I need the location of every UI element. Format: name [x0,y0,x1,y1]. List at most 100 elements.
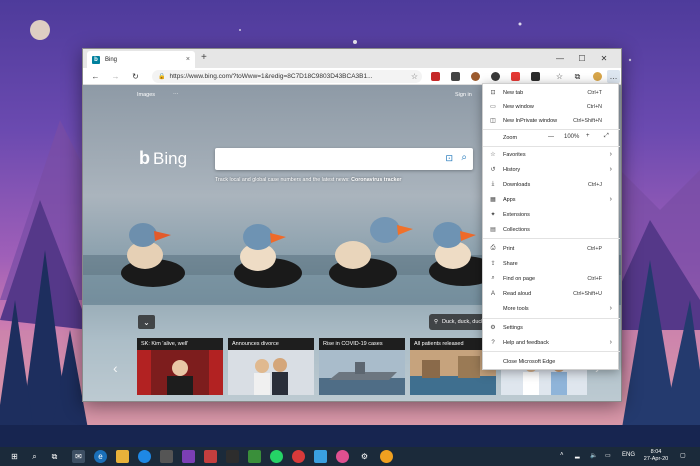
tab-close-icon[interactable]: × [186,56,190,63]
extensions-icon: ✦ [490,212,496,218]
extension-icon-2[interactable] [451,72,460,81]
menu-item-new-tab[interactable]: ⊡ New tab Ctrl+T [483,86,620,99]
maximize-button[interactable]: ☐ [573,50,591,66]
menu-item-extensions[interactable]: ✦ Extensions [483,208,620,221]
menu-item-shortcut: Ctrl+P [587,245,602,252]
refresh-icon[interactable]: ↻ [129,70,142,83]
app-icon-gray[interactable] [160,450,173,463]
menu-item-label: Settings [503,324,523,331]
settings-and-more-button[interactable]: … [607,70,620,83]
menu-item-more-tools[interactable]: More tools › [483,302,620,315]
menu-item-label: New window [503,103,534,110]
search-input[interactable]: ⊡ ⌕ [215,148,473,170]
app-icon-blue[interactable] [138,450,151,463]
carousel-prev-icon[interactable]: ‹ [113,360,118,376]
url-text[interactable]: https://www.bing.com/?toWww=1&redig=8C7D… [169,73,406,80]
bing-logo: b Bing [139,148,187,169]
extension-icon-1[interactable] [431,72,440,81]
chevron-right-icon: › [609,166,612,173]
language-indicator[interactable]: ENG [622,452,635,458]
fullscreen-icon[interactable]: ⤢ [604,133,609,140]
search-icon[interactable]: ⌕ [28,450,41,463]
images-link[interactable]: Images [137,92,155,98]
app-icon-dark[interactable] [226,450,239,463]
menu-item-downloads[interactable]: ⤓ Downloads Ctrl+J [483,178,620,191]
print-icon: ⎙ [490,245,496,251]
volume-icon[interactable]: 🔈 [590,452,597,459]
address-bar[interactable]: 🔒 https://www.bing.com/?toWww=1&redig=8C… [152,70,422,83]
favorites-bar-icon[interactable]: ☆ [553,70,566,83]
history-icon: ↺ [490,167,496,173]
network-icon[interactable]: ▂ [575,452,580,459]
opera-icon[interactable] [292,450,305,463]
whatsapp-icon[interactable] [270,450,283,463]
sign-in-link[interactable]: Sign in [455,92,472,98]
new-tab-icon: ⊡ [490,90,496,96]
task-view-icon[interactable]: ⧉ [48,450,61,463]
extension-icon-4[interactable] [491,72,500,81]
extension-icon-6[interactable] [531,72,540,81]
menu-item-apps[interactable]: ▦ Apps › [483,193,620,206]
search-icon[interactable]: ⌕ [461,152,467,163]
app-icon-light-blue[interactable] [314,450,327,463]
menu-item-read-aloud[interactable]: A Read aloud Ctrl+Shift+U [483,287,620,300]
mail-icon[interactable]: ✉ [72,450,85,463]
windows-start-icon[interactable]: ⊞ [8,450,21,463]
news-card[interactable]: Rise in COVID-19 cases [319,338,405,395]
menu-item-find-on-page[interactable]: ⌕ Find on page Ctrl+F [483,272,620,285]
minimize-button[interactable]: — [551,50,569,66]
app-icon-orange[interactable] [380,450,393,463]
app-icon-pink[interactable] [336,450,349,463]
menu-separator [483,238,620,239]
back-arrow-icon[interactable]: ← [89,70,102,83]
system-clock[interactable]: 8:04 27-Apr-20 [640,449,672,463]
tab-strip: b Bing × + — ☐ ✕ [83,49,621,68]
close-window-button[interactable]: ✕ [595,50,613,66]
favorite-star-icon[interactable]: ☆ [411,72,418,81]
tab-bing[interactable]: b Bing × [87,51,195,68]
zoom-in-button[interactable]: + [586,133,590,139]
menu-item-settings[interactable]: ⚙ Settings [483,321,620,334]
menu-item-new-window[interactable]: ▭ New window Ctrl+N [483,100,620,113]
app-icon-green[interactable] [248,450,261,463]
more-menu-icon[interactable]: ··· [173,91,179,97]
news-card-title: SK: Kim 'alive, well' [137,338,223,350]
menu-item-label: Extensions [503,211,530,218]
menu-separator [483,146,620,147]
menu-item-help-and-feedback[interactable]: ? Help and feedback › [483,336,620,349]
news-card[interactable]: SK: Kim 'alive, well' [137,338,223,395]
file-explorer-icon[interactable] [116,450,129,463]
clock-date: 27-Apr-20 [643,456,669,462]
collections-icon: ▤ [490,227,496,233]
forward-arrow-icon[interactable]: → [109,70,122,83]
onenote-icon[interactable] [182,450,195,463]
extension-icon-5[interactable] [511,72,520,81]
collapse-feed-button[interactable]: ⌄ [138,315,155,329]
menu-item-shortcut: Ctrl+Shift+U [573,290,602,297]
menu-item-print[interactable]: ⎙ Print Ctrl+P [483,242,620,255]
coronavirus-tracker-link[interactable]: Coronavirus tracker [351,177,401,183]
collections-icon[interactable]: ⧉ [571,70,584,83]
edge-icon[interactable]: e [94,450,107,463]
visual-search-icon[interactable]: ⊡ [445,153,453,164]
battery-icon[interactable]: ▭ [605,452,611,459]
tagline-text: Track local and global case numbers and … [215,177,350,183]
profile-avatar[interactable] [593,72,602,81]
menu-item-share[interactable]: ⇪ Share [483,257,620,270]
app-icon-red[interactable] [204,450,217,463]
show-hidden-icons-icon[interactable]: ˄ [560,452,564,458]
extension-icon-3[interactable] [471,72,480,81]
action-center-icon[interactable]: ▢ [680,452,686,459]
menu-item-history[interactable]: ↺ History › [483,163,620,176]
menu-item-favorites[interactable]: ☆ Favorites › [483,148,620,161]
settings-gear-icon[interactable]: ⚙ [358,450,371,463]
chevron-right-icon: › [609,305,612,312]
image-location-text: Duck, duck, duck [442,319,484,325]
menu-item-collections[interactable]: ▤ Collections [483,223,620,236]
menu-item-close-microsoft-edge[interactable]: Close Microsoft Edge [483,355,620,368]
zoom-out-button[interactable]: — [548,134,554,140]
menu-item-label: Downloads [503,181,531,188]
new-tab-button[interactable]: + [201,52,207,63]
news-card[interactable]: Announces divorce [228,338,314,395]
menu-item-new-inprivate-window[interactable]: ◫ New InPrivate window Ctrl+Shift+N [483,114,620,127]
